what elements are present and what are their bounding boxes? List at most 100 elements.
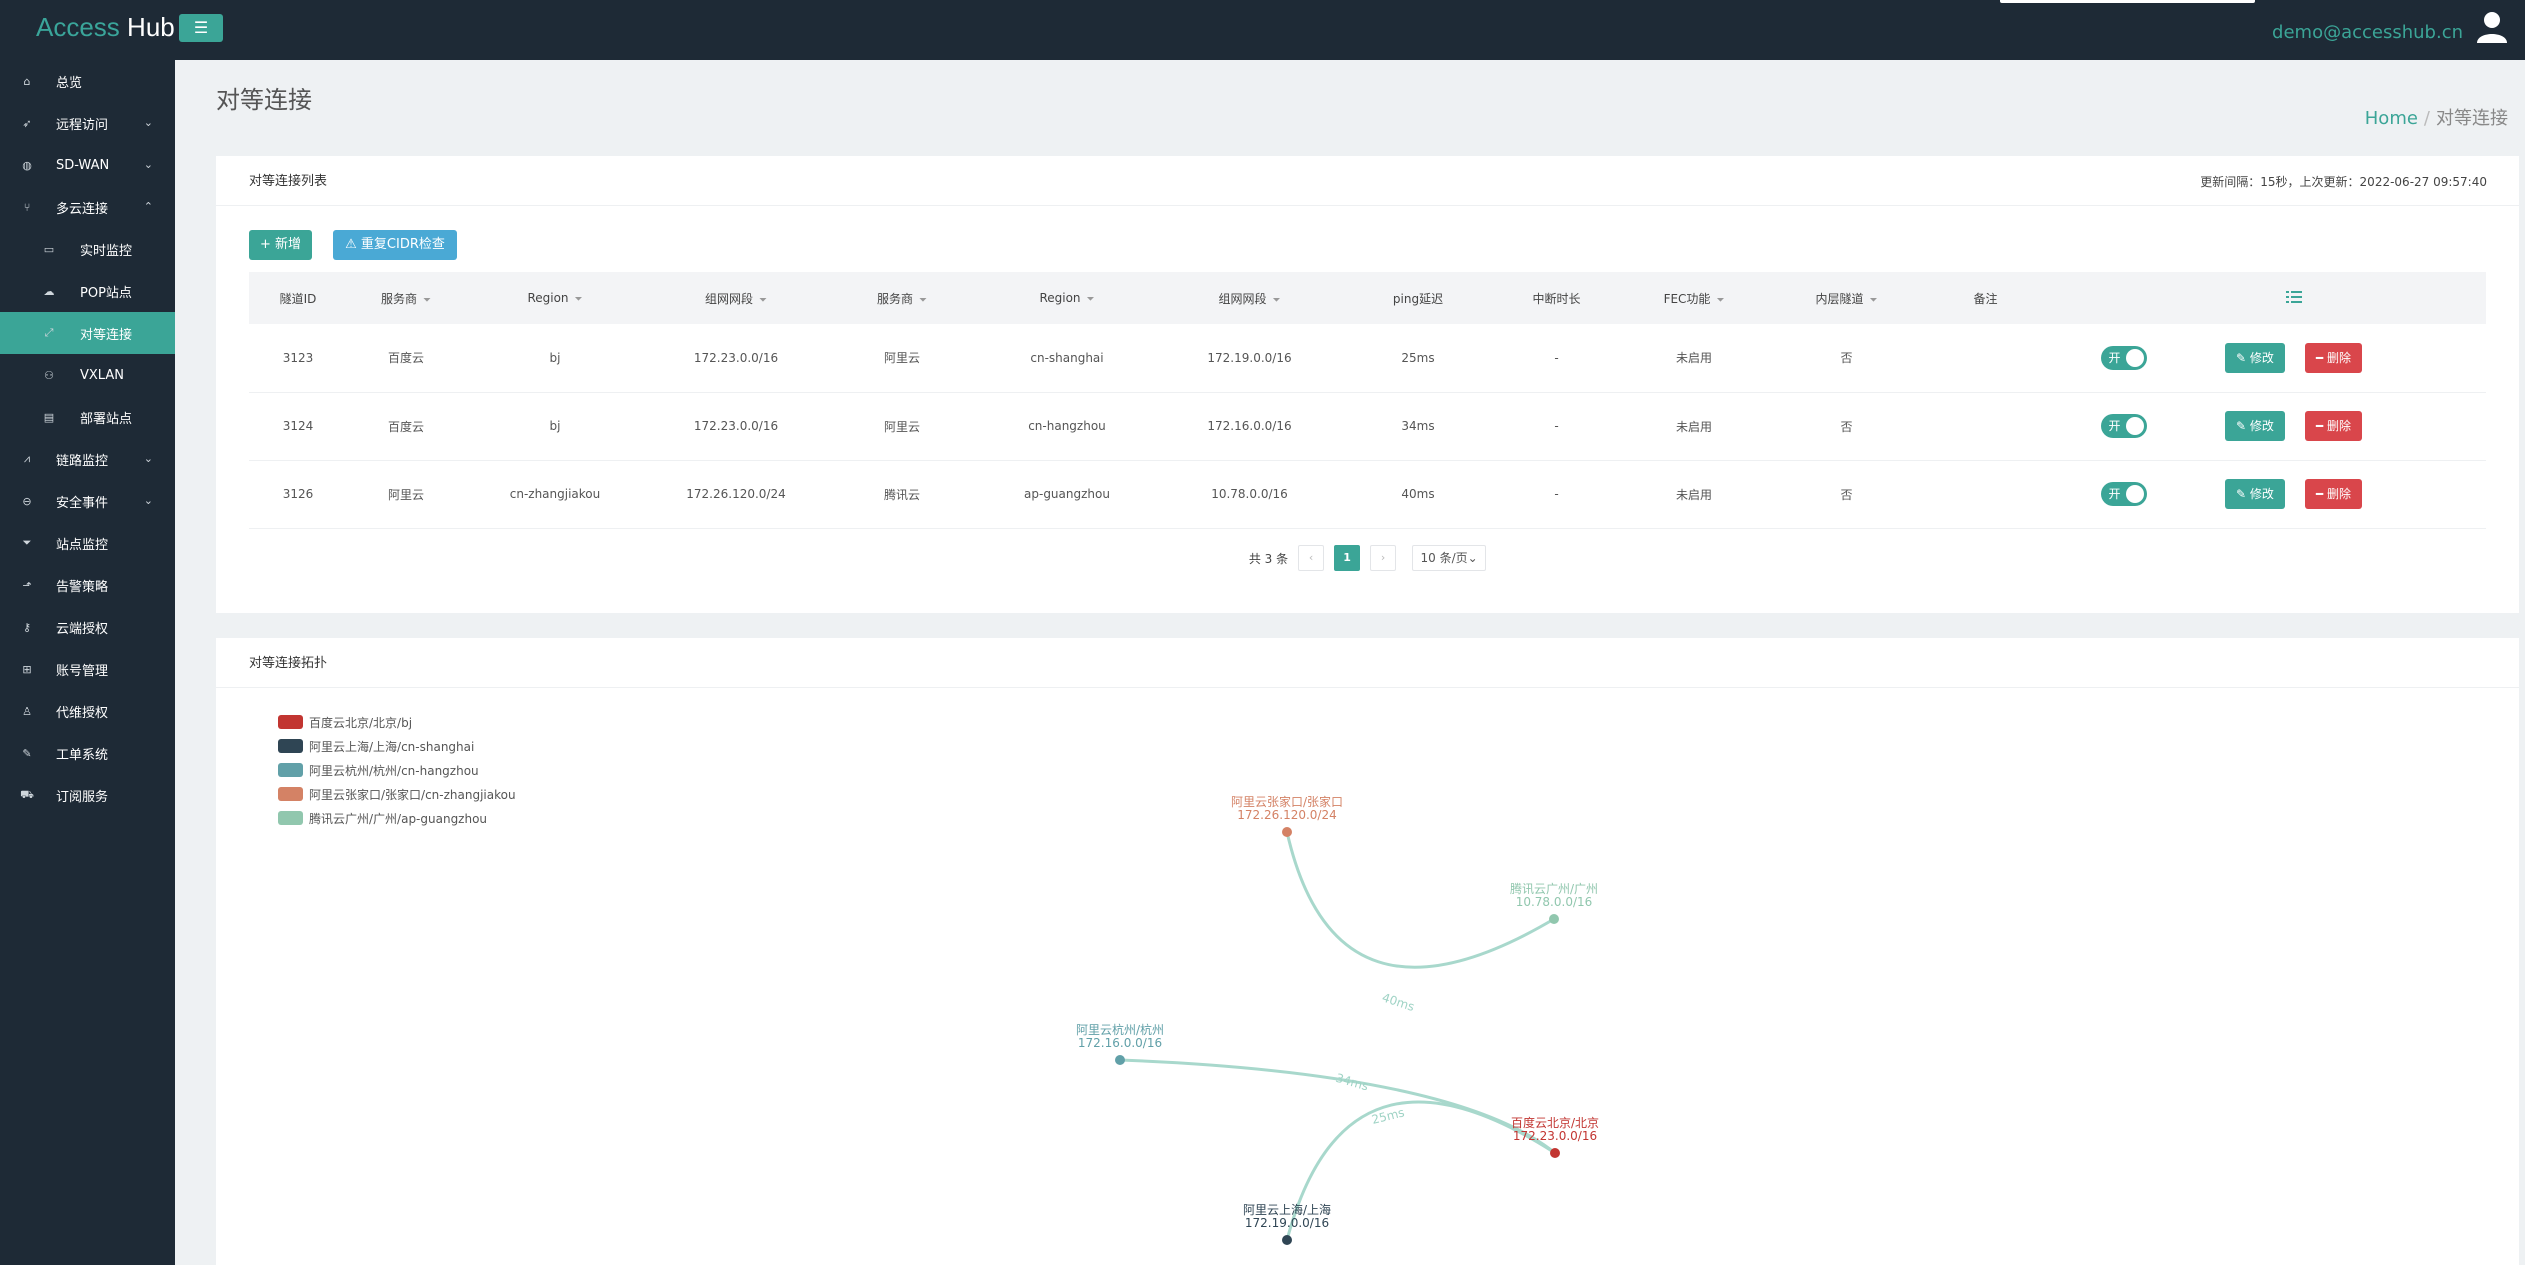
sidebar-item[interactable]: ✎ 工单系统 (0, 732, 175, 774)
topology-node[interactable] (1550, 1148, 1560, 1158)
cell-actions: ✎ 修改 ━ 删除 (2200, 460, 2387, 529)
enable-toggle[interactable]: 开 (2100, 482, 2147, 506)
chevron-icon: ⌄ (143, 158, 153, 171)
peering-table: 隧道ID 服务商 ⏷ Region ⏷ 组网网段 ⏷ 服务商 ⏷ Region ⏷ 组网网段 ⏷ ping… (249, 272, 2486, 529)
sidebar-item[interactable]: ▤ 部署站点 (0, 396, 175, 438)
page-size-select[interactable]: 10 条/页⌄ (1412, 545, 1487, 571)
table-row: 3124 百度云 bj 172.23.0.0/16 阿里云 cn-hangzhou 172.… (249, 392, 2486, 461)
filter-icon[interactable]: ⏷ (919, 295, 927, 306)
sidebar-item[interactable]: ⊖ 安全事件 ⌄ (0, 480, 175, 522)
edit-button[interactable]: ✎ 修改 (2225, 479, 2285, 509)
delete-button[interactable]: ━ 删除 (2304, 342, 2362, 373)
peering-list-card: 对等连接列表 更新间隔：15秒，上次更新：2022-06-27 09:57:40… (216, 156, 2519, 613)
cell-down: - (1494, 392, 1619, 461)
column-header: 中断时长 (1494, 272, 1619, 324)
filter-icon[interactable]: ⏷ (575, 294, 583, 305)
sidebar-item-label: SD-WAN (56, 157, 110, 173)
chevron-icon: ⌃ (143, 200, 153, 213)
cell-note (1924, 460, 2047, 529)
sidebar-item[interactable]: ⛟ 订阅服务 (0, 774, 175, 816)
cell-empty (2387, 392, 2486, 461)
edit-button[interactable]: ✎ 修改 (2225, 411, 2285, 441)
monitor-icon: ▭ (43, 242, 55, 256)
breadcrumb-separator: / (2423, 108, 2430, 129)
filter-icon[interactable]: ⏷ (1870, 295, 1878, 306)
sidebar-item[interactable]: ⑂ 多云连接 ⌃ (0, 186, 175, 228)
sidebar-item[interactable]: ➶ 远程访问 ⌄ (0, 102, 175, 144)
topology-node-name: 阿里云张家口/张家口 (1231, 794, 1343, 809)
filter-icon[interactable]: ⏷ (1273, 295, 1281, 306)
column-header: 服务商 ⏷ (347, 272, 465, 324)
topology-node[interactable] (1115, 1055, 1125, 1065)
cell-id: 3124 (249, 392, 347, 461)
topology-node[interactable] (1282, 827, 1292, 837)
sidebar-item[interactable]: ⚷ 云端授权 (0, 606, 175, 648)
column-settings-icon[interactable] (2285, 290, 2302, 303)
column-header-label: 组网网段 (1218, 291, 1267, 306)
sidebar-item[interactable]: ⊞ 账号管理 (0, 648, 175, 690)
edit-button[interactable]: ✎ 修改 (2225, 342, 2285, 373)
server-icon: ▤ (43, 410, 55, 424)
sidebar-item[interactable]: ⚇ VXLAN (0, 354, 175, 396)
toggle-knob (2125, 485, 2144, 503)
filter-icon[interactable]: ⏷ (1716, 295, 1724, 306)
refresh-info: 更新间隔：15秒，上次更新：2022-06-27 09:57:40 (2200, 175, 2487, 189)
column-header-empty (2047, 272, 2200, 324)
topology-link[interactable] (1285, 831, 1555, 969)
hamburger-icon: ☰ (193, 18, 209, 37)
pager-page-1[interactable]: 1 (1334, 545, 1361, 571)
filter-icon[interactable]: ⏷ (1087, 294, 1095, 305)
cell-vendor-a: 阿里云 (347, 460, 465, 529)
cart-icon: ⛟ (20, 787, 34, 801)
breadcrumb-home-link[interactable]: Home (2365, 108, 2418, 129)
search-input[interactable] (2000, 0, 2255, 3)
cell-toggle: 开 (2047, 392, 2200, 461)
cidr-check-button[interactable]: ⚠ 重复CIDR检查 (333, 230, 457, 260)
delete-button[interactable]: ━ 删除 (2304, 479, 2362, 509)
filter-icon[interactable]: ⏷ (423, 295, 431, 306)
cell-cidr-a: 172.26.120.0/24 (645, 460, 827, 529)
chevron-icon: ⌄ (143, 452, 153, 465)
column-header-label: 内层隧道 (1815, 291, 1864, 306)
pager-prev-button[interactable]: ‹ (1298, 545, 1325, 571)
sidebar-item[interactable]: ⏷ 站点监控 (0, 522, 175, 564)
sidebar-item[interactable]: ⌂ 总览 (0, 60, 175, 102)
topology-node-cidr: 172.16.0.0/16 (1078, 1036, 1162, 1050)
sidebar-item[interactable]: ⩘ 链路监控 ⌄ (0, 438, 175, 480)
add-button[interactable]: + 新增 (249, 230, 312, 260)
cell-region-a: bj (465, 392, 645, 461)
topology-node[interactable] (1282, 1235, 1292, 1245)
globe-icon: ◍ (22, 158, 32, 172)
sidebar-item-label: 告警策略 (56, 579, 109, 595)
user-avatar-icon[interactable] (2475, 10, 2509, 44)
sidebar-item[interactable]: ⬏ 告警策略 (0, 564, 175, 606)
cell-region-a: cn-zhangjiakou (465, 460, 645, 529)
enable-toggle[interactable]: 开 (2100, 414, 2147, 438)
filter-icon[interactable]: ⏷ (759, 295, 767, 306)
cell-vendor-b: 腾讯云 (827, 460, 977, 529)
sidebar-item[interactable]: ♙ 代维授权 (0, 690, 175, 732)
topology-node[interactable] (1549, 914, 1559, 924)
enable-toggle[interactable]: 开 (2100, 345, 2147, 370)
top-bar: Access Hub ☰ demo@accesshub.cn (0, 0, 2525, 60)
cell-fec: 未启用 (1619, 324, 1769, 393)
menu-toggle-button[interactable]: ☰ (179, 14, 223, 42)
user-email[interactable]: demo@accesshub.cn (2272, 22, 2463, 43)
sidebar-item-label: 远程访问 (56, 117, 109, 133)
delete-button[interactable]: ━ 删除 (2304, 411, 2362, 441)
sidebar-item[interactable]: ◍ SD-WAN ⌄ (0, 144, 175, 186)
users-icon: ⊞ (22, 662, 32, 676)
toggle-label: 开 (2108, 487, 2121, 501)
topology-node-name: 阿里云上海/上海 (1243, 1202, 1331, 1217)
sidebar-item[interactable]: ▭ 实时监控 (0, 228, 175, 270)
pager-next-button[interactable]: › (1370, 545, 1397, 571)
topology-link-label: 40ms (1380, 990, 1416, 1014)
sidebar-item[interactable]: ⤢ 对等连接 (0, 312, 175, 354)
sidebar-item[interactable]: ☁ POP站点 (0, 270, 175, 312)
column-header: 隧道ID (249, 272, 347, 324)
column-header-label: 隧道ID (279, 291, 317, 306)
cell-ping: 34ms (1342, 392, 1494, 461)
card-header: 对等连接列表 更新间隔：15秒，上次更新：2022-06-27 09:57:40 (216, 156, 2519, 206)
brand-logo[interactable]: Access Hub (36, 12, 175, 43)
cell-down: - (1494, 324, 1619, 393)
